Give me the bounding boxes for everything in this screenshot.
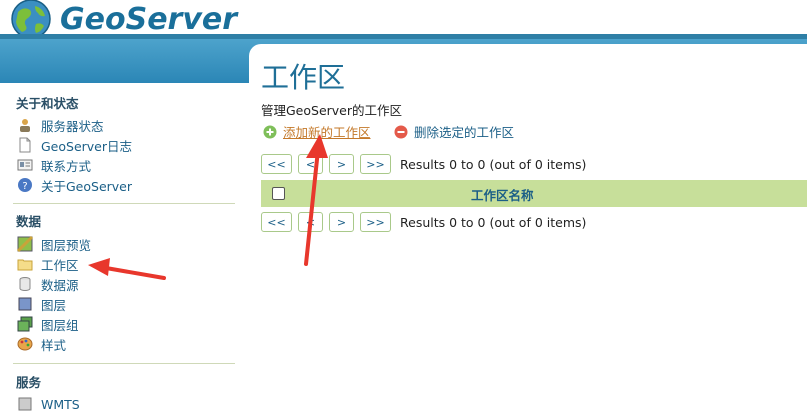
folder-icon: [17, 256, 33, 272]
pager-results: Results 0 to 0 (out of 0 items): [400, 214, 587, 230]
last-page-button[interactable]: >>: [360, 154, 391, 174]
sidebar-item-datastores[interactable]: 数据源: [17, 275, 79, 293]
sidebar-item-log[interactable]: GeoServer日志: [17, 136, 132, 154]
annotation-arrow-left: [88, 258, 166, 280]
first-page-button[interactable]: <<: [261, 154, 292, 174]
sidebar-divider: [13, 363, 235, 364]
svg-text:?: ?: [22, 181, 27, 192]
sidebar-item-workspaces[interactable]: 工作区: [17, 255, 79, 273]
annotation-arrow-up: [304, 134, 328, 266]
select-all-checkbox[interactable]: [272, 187, 285, 200]
sidebar-section-services: 服务: [16, 375, 42, 390]
sidebar-item-layer-groups[interactable]: 图层组: [17, 315, 79, 333]
datastore-icon: [17, 276, 33, 292]
layer-icon: [17, 296, 33, 312]
sidebar-section-data: 数据: [16, 214, 42, 229]
first-page-button[interactable]: <<: [261, 212, 292, 232]
last-page-button[interactable]: >>: [360, 212, 391, 232]
sidebar-item-wmts[interactable]: WMTS: [17, 395, 80, 413]
header: GeoServer: [0, 0, 807, 39]
sidebar-item-server-status[interactable]: 服务器状态: [17, 116, 104, 134]
sidebar-item-layer-preview[interactable]: 图层预览: [16, 235, 91, 253]
sidebar: 关于和状态 服务器状态 GeoServer日志 联系方式 ? 关于GeoServ…: [0, 83, 248, 412]
page-description: 管理GeoServer的工作区: [261, 103, 403, 118]
layer-group-icon: [17, 316, 33, 332]
page-title: 工作区: [261, 61, 346, 94]
delete-workspace-link[interactable]: 删除选定的工作区: [394, 122, 514, 141]
log-file-icon: [17, 137, 33, 153]
remove-icon: [394, 125, 408, 139]
sidebar-item-styles[interactable]: 样式: [17, 335, 66, 353]
workspace-table-header: 工作区名称: [261, 180, 807, 207]
sidebar-divider: [13, 203, 235, 204]
pager-results: Results 0 to 0 (out of 0 items): [400, 156, 587, 172]
service-icon: [17, 396, 33, 412]
app-name: GeoServer: [60, 1, 238, 37]
sidebar-item-layers[interactable]: 图层: [17, 295, 66, 313]
server-status-icon: [17, 117, 33, 133]
sidebar-section-about: 关于和状态: [16, 96, 79, 111]
sidebar-item-about[interactable]: ? 关于GeoServer: [17, 176, 132, 194]
contact-card-icon: [17, 157, 33, 173]
about-info-icon: ?: [17, 177, 33, 193]
style-palette-icon: [17, 336, 33, 352]
column-workspace-name[interactable]: 工作区名称: [471, 185, 534, 204]
layer-preview-icon: [16, 235, 34, 253]
add-icon: [263, 125, 277, 139]
sidebar-item-contact[interactable]: 联系方式: [17, 156, 91, 174]
